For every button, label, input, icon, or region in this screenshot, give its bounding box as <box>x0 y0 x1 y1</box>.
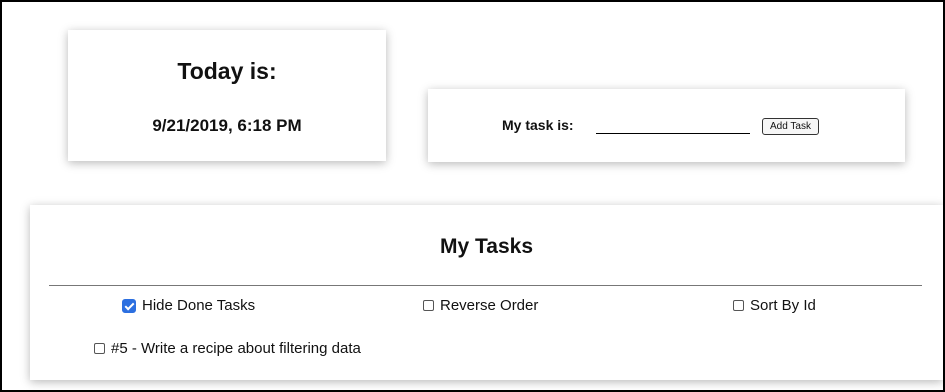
task-input-label: My task is: <box>502 117 574 133</box>
hide-done-tasks-checkbox[interactable] <box>122 298 136 313</box>
today-title: Today is: <box>177 58 277 84</box>
sort-by-id-option[interactable]: Sort By Id <box>733 297 816 314</box>
reverse-order-option[interactable]: Reverse Order <box>423 297 538 314</box>
tasks-title: My Tasks <box>440 235 533 258</box>
reverse-order-label: Reverse Order <box>440 297 539 314</box>
hide-done-tasks-option[interactable]: Hide Done Tasks <box>122 297 255 314</box>
task-done-checkbox[interactable] <box>94 343 105 354</box>
sort-by-id-checkbox[interactable] <box>733 300 744 311</box>
hide-done-tasks-label: Hide Done Tasks <box>142 297 256 314</box>
today-card: Today is: 9/21/2019, 6:18 PM <box>68 30 386 161</box>
task-input[interactable] <box>596 115 750 134</box>
tasks-card: My Tasks Hide Done Tasks Reverse Order S… <box>30 205 943 380</box>
add-task-card: My task is: Add Task <box>428 89 905 162</box>
task-item[interactable]: #5 - Write a recipe about filtering data <box>94 340 361 357</box>
divider <box>49 285 922 286</box>
add-task-button[interactable]: Add Task <box>762 118 819 135</box>
current-datetime: 9/21/2019, 6:18 PM <box>152 116 302 135</box>
sort-by-id-label: Sort By Id <box>750 297 816 314</box>
app-frame: Today is: 9/21/2019, 6:18 PM My task is:… <box>0 0 945 392</box>
reverse-order-checkbox[interactable] <box>423 300 434 311</box>
task-label: #5 - Write a recipe about filtering data <box>111 340 361 357</box>
